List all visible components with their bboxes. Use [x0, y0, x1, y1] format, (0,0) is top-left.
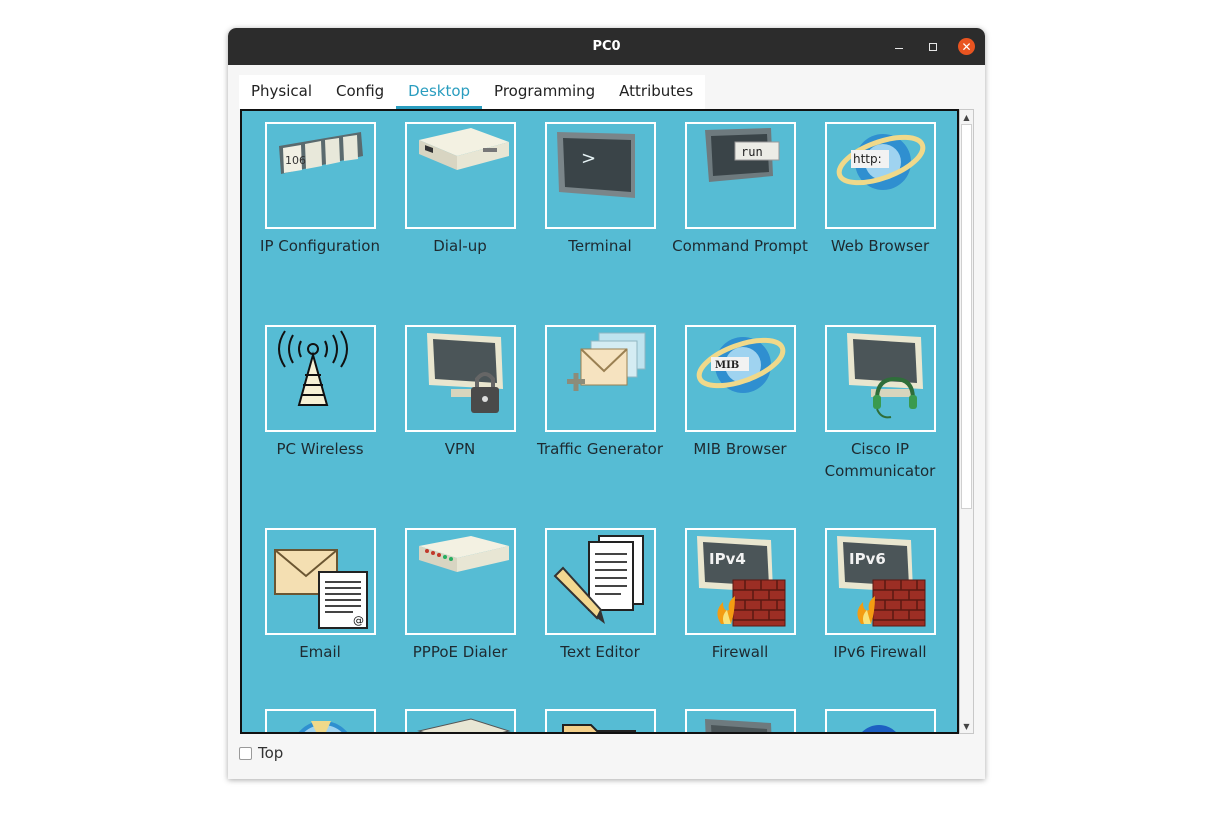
svg-text:106: 106	[285, 154, 306, 167]
app-text-editor[interactable]: Text Editor	[530, 528, 670, 663]
app-pc-wireless[interactable]: PC Wireless	[250, 325, 390, 460]
app-label: VPN	[444, 440, 476, 458]
svg-text:IPv4: IPv4	[709, 550, 746, 568]
app-mib-browser[interactable]: MIB MIB Browser	[670, 325, 810, 460]
app-label: PC Wireless	[276, 440, 364, 458]
modem-icon	[418, 128, 509, 170]
pppoe-dialer-icon	[418, 536, 509, 572]
terminal-icon: >	[556, 132, 635, 198]
app-partial-device[interactable]	[390, 709, 530, 732]
vertical-scrollbar[interactable]: ▲ ▼	[959, 109, 974, 734]
app-label: Terminal	[568, 237, 632, 255]
mib-browser-icon: MIB	[696, 337, 785, 393]
app-cisco-ip-communicator[interactable]: Cisco IP Communicator	[810, 325, 950, 482]
bluetooth-icon	[861, 725, 896, 732]
app-command-prompt[interactable]: run Command Prompt	[670, 122, 810, 257]
minimize-button[interactable]	[890, 38, 907, 55]
monitor-icon	[704, 719, 771, 732]
app-ip-configuration[interactable]: 106 IP Configuration	[250, 122, 390, 257]
folder-icon	[561, 724, 636, 732]
app-label: Command Prompt	[672, 237, 808, 255]
app-label: Traffic Generator	[536, 440, 663, 458]
window-title: PC0	[592, 39, 621, 54]
top-checkbox[interactable]	[239, 746, 252, 760]
app-dial-up[interactable]: Dial-up	[390, 122, 530, 257]
scroll-thumb[interactable]	[961, 124, 972, 509]
footer: Top	[239, 744, 283, 762]
ipv6-firewall-icon: IPv6	[836, 536, 925, 627]
svg-text:>: >	[581, 148, 596, 169]
command-prompt-icon: run	[704, 128, 779, 182]
app-label: PPPoE Dialer	[412, 643, 508, 661]
svg-text:MIB: MIB	[715, 360, 739, 371]
app-vpn[interactable]: VPN	[390, 325, 530, 460]
app-label: Firewall	[711, 643, 769, 661]
headset-monitor-icon	[846, 333, 923, 419]
close-button[interactable]: ✕	[958, 38, 975, 55]
app-partial-folder[interactable]	[530, 709, 670, 732]
svg-text:IPv6: IPv6	[849, 550, 886, 568]
app-partial-globe[interactable]	[250, 709, 390, 732]
tab-attributes[interactable]: Attributes	[607, 75, 705, 109]
web-browser-icon: http:	[836, 134, 925, 190]
svg-text:http:: http:	[853, 152, 882, 166]
app-label: Dial-up	[433, 237, 487, 255]
tab-bar: Physical Config Desktop Programming Attr…	[239, 75, 706, 109]
close-icon: ✕	[961, 39, 972, 54]
globe-icon	[298, 721, 347, 732]
app-label: Web Browser	[830, 237, 930, 255]
app-ipv6-firewall[interactable]: IPv6 IPv6 Firewall	[810, 528, 950, 663]
minimize-icon	[894, 48, 903, 49]
maximize-icon	[928, 42, 937, 51]
server-icon	[416, 718, 511, 732]
top-checkbox-label: Top	[258, 744, 284, 762]
app-web-browser[interactable]: http: Web Browser	[810, 122, 950, 257]
tab-physical[interactable]: Physical	[239, 75, 324, 109]
app-partial-bluetooth[interactable]	[810, 709, 950, 732]
app-label: IP Configuration	[260, 237, 380, 255]
scroll-down-icon[interactable]: ▼	[960, 720, 973, 732]
app-label: Text Editor	[560, 643, 640, 661]
app-partial-monitor[interactable]	[670, 709, 810, 732]
email-icon: @	[273, 549, 368, 629]
title-bar[interactable]: PC0 ✕	[228, 28, 985, 65]
app-email[interactable]: @ Email	[250, 528, 390, 663]
app-terminal[interactable]: > Terminal	[530, 122, 670, 257]
app-label: IPv6 Firewall	[833, 643, 927, 661]
firewall-icon: IPv4	[696, 536, 785, 627]
pc0-window: PC0 ✕ Physical Config Desktop Programmin…	[228, 28, 985, 779]
scroll-up-icon[interactable]: ▲	[960, 111, 973, 123]
tab-config[interactable]: Config	[324, 75, 396, 109]
app-traffic-generator[interactable]: Traffic Generator	[530, 325, 670, 460]
svg-text:@: @	[353, 614, 364, 627]
text-editor-icon	[553, 535, 644, 624]
tab-desktop[interactable]: Desktop	[396, 75, 483, 109]
traffic-generator-icon	[566, 332, 645, 391]
desktop-apps-panel: 106 IP Configuration Dial-up > Terminal …	[240, 109, 959, 734]
app-label: MIB Browser	[693, 440, 787, 458]
ip-configuration-icon: 106	[278, 132, 363, 174]
tab-programming[interactable]: Programming	[482, 75, 607, 109]
wireless-tower-icon	[277, 330, 348, 406]
vpn-lock-icon	[426, 333, 503, 413]
svg-text:run: run	[741, 145, 763, 159]
app-firewall[interactable]: IPv4 Firewall	[670, 528, 810, 663]
app-label: Email	[299, 643, 341, 661]
maximize-button[interactable]	[924, 38, 941, 55]
app-label: Cisco IP Communicator	[824, 440, 936, 480]
app-pppoe-dialer[interactable]: PPPoE Dialer	[390, 528, 530, 663]
